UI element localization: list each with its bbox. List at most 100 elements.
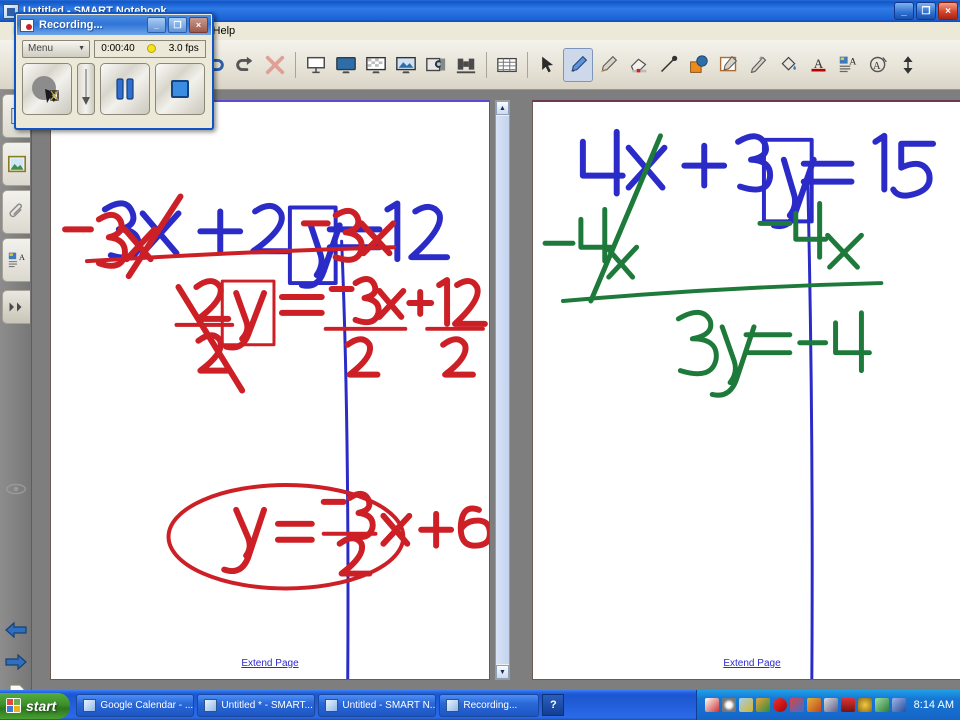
taskbar-item-untitled-smart-2[interactable]: Untitled - SMART N...	[318, 693, 437, 717]
scroll-down-arrow[interactable]: ▼	[496, 665, 509, 679]
taskbar-item-recording[interactable]: Recording...	[439, 693, 540, 717]
svg-text:A: A	[18, 253, 24, 262]
extend-page-link-right[interactable]: Extend Page	[533, 658, 960, 669]
shield-icon[interactable]	[772, 698, 787, 712]
pen-icon[interactable]	[563, 47, 593, 82]
text-icon[interactable]: A	[833, 48, 863, 82]
recording-close-button[interactable]: ×	[189, 17, 208, 33]
presentation-icon[interactable]	[789, 698, 804, 712]
camera-icon[interactable]	[421, 48, 451, 82]
taskbar-item-label: Untitled * - SMART...	[221, 699, 313, 711]
toolbar-separator	[295, 51, 296, 78]
chevron-down-icon: ▼	[78, 45, 85, 52]
left-sidebar: A	[0, 90, 32, 720]
quick-launch-help-icon[interactable]: ?	[542, 694, 565, 716]
delete-icon[interactable]	[260, 48, 290, 82]
sidebar-item-gallery[interactable]	[2, 142, 30, 186]
system-clock[interactable]: 8:14 AM	[914, 699, 954, 711]
svg-text:A: A	[849, 57, 856, 68]
taskbar-item-google-calendar[interactable]: Google Calendar - ...	[76, 693, 195, 717]
notebook-workspace: Extend Page ▲ ▼ Extend Page	[32, 90, 960, 690]
smart-board-icon[interactable]	[704, 698, 719, 712]
recording-fps: 3.0 fps	[168, 43, 199, 54]
full-screen-icon[interactable]	[361, 48, 391, 82]
recording-dialog: Recording... _ ❐ × Menu ▼ 0:00:40 3.0 fp…	[14, 12, 214, 130]
start-button[interactable]: start	[0, 692, 71, 719]
recording-dialog-title: Recording...	[39, 19, 103, 31]
windows-logo-icon	[6, 698, 21, 713]
system-tray: 8:14 AM	[695, 690, 960, 720]
window-minimize-button[interactable]: _	[894, 2, 914, 20]
sidebar-item-properties[interactable]: A	[2, 238, 30, 282]
handwriting-ink-left	[62, 193, 489, 679]
properties-icon[interactable]: A	[863, 48, 893, 82]
people-icon[interactable]	[806, 698, 821, 712]
scroll-track[interactable]	[496, 116, 509, 664]
browser-icon	[83, 698, 97, 712]
toolbar-separator	[486, 51, 487, 78]
recording-elapsed-time: 0:00:40	[101, 43, 135, 54]
screen-capture-icon[interactable]	[391, 48, 421, 82]
insert-blank-page-icon[interactable]	[301, 48, 331, 82]
eye-icon[interactable]	[3, 476, 29, 502]
magic-pen-icon[interactable]	[743, 48, 773, 82]
extend-page-link-left[interactable]: Extend Page	[51, 658, 489, 669]
recording-menu-label: Menu	[28, 43, 54, 54]
disc-icon[interactable]	[721, 698, 736, 712]
scissors-icon[interactable]	[755, 698, 770, 712]
window-restore-button[interactable]: ❐	[916, 2, 936, 20]
table-icon[interactable]	[492, 48, 522, 82]
previous-page-icon[interactable]	[3, 617, 29, 643]
move-toolbar-icon[interactable]	[893, 48, 923, 82]
fill-icon[interactable]	[773, 48, 803, 82]
sidebar-item-attachments[interactable]	[2, 190, 30, 234]
redo-icon[interactable]	[230, 48, 260, 82]
taskbar: start Google Calendar - ... Untitled * -…	[0, 690, 960, 720]
recorder-app-icon	[20, 18, 34, 32]
toolbar-separator	[527, 51, 528, 78]
recording-maximize-button[interactable]: ❐	[168, 17, 187, 33]
page-scrollbar-left[interactable]: ▲ ▼	[495, 100, 510, 680]
smart-notebook-icon	[204, 698, 218, 712]
svg-text:A: A	[872, 61, 880, 72]
window-controls: _ ❐ ×	[894, 2, 958, 20]
taskbar-item-label: Untitled - SMART N...	[342, 699, 437, 711]
taskbar-item-untitled-smart-1[interactable]: Untitled * - SMART...	[197, 693, 316, 717]
dual-page-icon[interactable]	[451, 48, 481, 82]
creative-pen-icon[interactable]	[593, 48, 623, 82]
recorder-icon	[446, 698, 460, 712]
recording-controls	[22, 63, 206, 115]
taskbar-item-label: Google Calendar - ...	[100, 699, 194, 711]
screen-shade-icon[interactable]	[331, 48, 361, 82]
recording-menu-button[interactable]: Menu ▼	[22, 39, 90, 58]
smart-notebook-icon	[325, 698, 339, 712]
next-page-icon[interactable]	[3, 649, 29, 675]
recording-info-panel: 0:00:40 3.0 fps	[94, 39, 206, 58]
notes-icon[interactable]	[891, 698, 906, 712]
recording-dialog-titlebar: Recording... _ ❐ ×	[17, 15, 211, 35]
shape-pen-icon[interactable]	[713, 48, 743, 82]
battery-icon[interactable]	[840, 698, 855, 712]
line-color-icon[interactable]: A	[803, 48, 833, 82]
stop-button[interactable]	[155, 63, 205, 115]
notebook-page-left[interactable]: Extend Page	[50, 100, 490, 680]
record-button[interactable]	[22, 63, 72, 115]
handwriting-ink-right	[542, 128, 937, 679]
svg-text:A: A	[813, 56, 823, 71]
pen-tray-icon[interactable]	[823, 698, 838, 712]
eraser-icon[interactable]	[623, 48, 653, 82]
volume-icon[interactable]	[874, 698, 889, 712]
select-icon[interactable]	[533, 48, 563, 82]
network-icon[interactable]	[738, 698, 753, 712]
lines-icon[interactable]	[653, 48, 683, 82]
quality-slider[interactable]	[77, 63, 95, 115]
notebook-page-right[interactable]: Extend Page	[532, 100, 960, 680]
scroll-up-arrow[interactable]: ▲	[496, 101, 509, 115]
window-close-button[interactable]: ×	[938, 2, 958, 20]
sidebar-item-expand-arrows[interactable]	[2, 290, 30, 324]
start-label: start	[26, 697, 57, 714]
pause-button[interactable]	[100, 63, 150, 115]
update-icon[interactable]	[857, 698, 872, 712]
recording-minimize-button[interactable]: _	[147, 17, 166, 33]
shapes-icon[interactable]	[683, 48, 713, 82]
